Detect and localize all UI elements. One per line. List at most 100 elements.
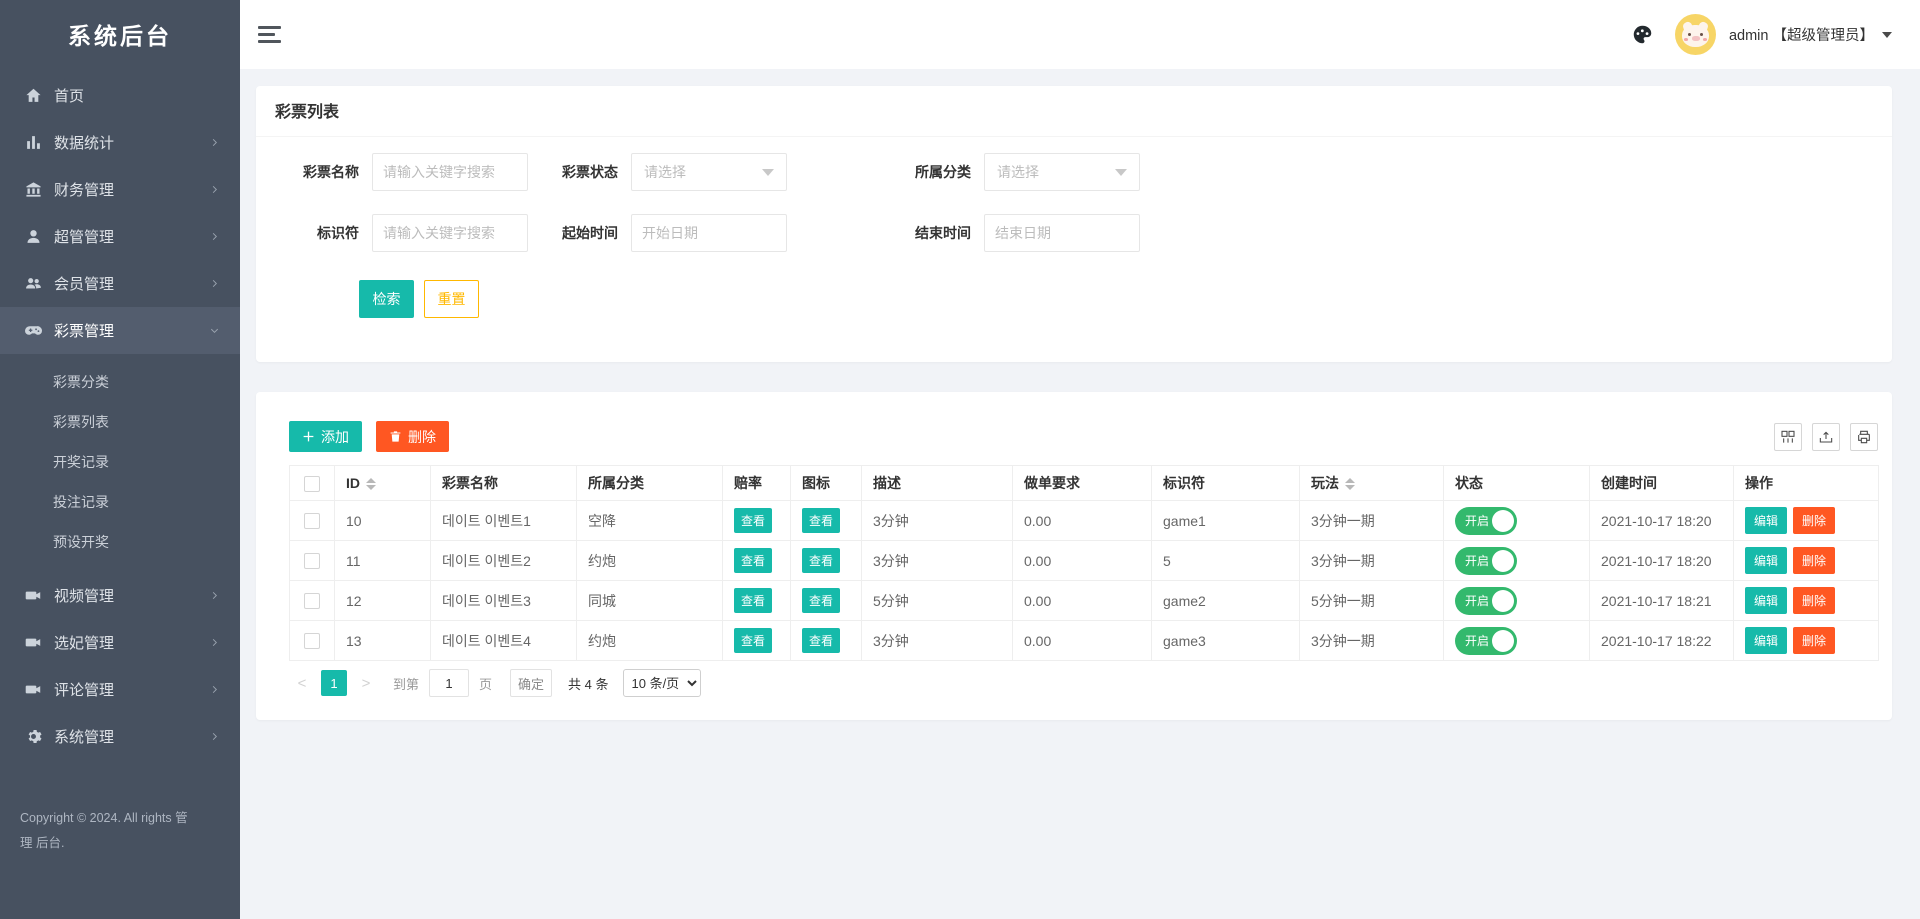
col-id[interactable]: ID bbox=[335, 466, 431, 501]
delete-button[interactable]: 删除 bbox=[1793, 547, 1835, 574]
field-label: 标识符 bbox=[284, 223, 359, 243]
current-page-button[interactable]: 1 bbox=[321, 670, 347, 696]
status-toggle[interactable]: 开启 bbox=[1455, 627, 1517, 655]
print-icon[interactable] bbox=[1850, 423, 1878, 451]
row-checkbox[interactable] bbox=[304, 633, 320, 649]
prev-page-icon[interactable]: < bbox=[295, 675, 309, 692]
trash-icon bbox=[389, 430, 402, 443]
field-label: 彩票状态 bbox=[543, 162, 618, 182]
sidebar-subitem-lottery-list[interactable]: 彩票列表 bbox=[0, 402, 240, 442]
status-toggle[interactable]: 开启 bbox=[1455, 507, 1517, 535]
sidebar-item-label: 超管管理 bbox=[54, 226, 209, 247]
add-button[interactable]: 添加 bbox=[289, 421, 362, 452]
sidebar-item-comments[interactable]: 评论管理 bbox=[0, 666, 240, 713]
cell-name: 데이트 이벤트4 bbox=[431, 621, 577, 661]
plus-icon bbox=[302, 430, 315, 443]
avatar[interactable] bbox=[1675, 14, 1716, 55]
row-checkbox[interactable] bbox=[304, 513, 320, 529]
end-date-input[interactable] bbox=[984, 214, 1140, 252]
sidebar-item-label: 系统管理 bbox=[54, 726, 209, 747]
row-checkbox[interactable] bbox=[304, 593, 320, 609]
edit-button[interactable]: 编辑 bbox=[1745, 587, 1787, 614]
sidebar-item-finance[interactable]: 财务管理 bbox=[0, 166, 240, 213]
user-dropdown-caret-icon[interactable] bbox=[1882, 32, 1892, 38]
data-table: ID 彩票名称 所属分类 赔率 图标 描述 做单要求 标识符 玩法 状态 创建时… bbox=[289, 465, 1879, 661]
cell-id: 10 bbox=[335, 501, 431, 541]
delete-button[interactable]: 删除 bbox=[1793, 587, 1835, 614]
edit-button[interactable]: 编辑 bbox=[1745, 627, 1787, 654]
columns-icon[interactable] bbox=[1774, 423, 1802, 451]
sidebar-item-video[interactable]: 视频管理 bbox=[0, 572, 240, 619]
col-play[interactable]: 玩法 bbox=[1300, 466, 1444, 501]
copyright-text: Copyright © 2024. All rights 管理 后台. bbox=[20, 806, 192, 856]
status-toggle[interactable]: 开启 bbox=[1455, 587, 1517, 615]
cell-requirement: 0.00 bbox=[1013, 541, 1152, 581]
select-all-checkbox[interactable] bbox=[304, 476, 320, 492]
field-identifier: 标识符 bbox=[284, 214, 528, 252]
view-icon-button[interactable]: 查看 bbox=[802, 588, 840, 613]
search-button[interactable]: 检索 bbox=[359, 280, 414, 318]
sort-icon[interactable] bbox=[1345, 478, 1355, 490]
lottery-status-select[interactable]: 请选择 bbox=[631, 153, 787, 191]
gear-icon bbox=[25, 728, 42, 745]
cell-play: 3分钟一期 bbox=[1300, 541, 1444, 581]
view-icon-button[interactable]: 查看 bbox=[802, 628, 840, 653]
sidebar-subitem-draw-records[interactable]: 开奖记录 bbox=[0, 442, 240, 482]
cell-created: 2021-10-17 18:20 bbox=[1590, 541, 1734, 581]
sidebar-item-members[interactable]: 会员管理 bbox=[0, 260, 240, 307]
sidebar-menu: 首页 数据统计 财务管理 超管管理 会员管理 彩票管理 bbox=[0, 72, 240, 760]
menu-toggle-icon[interactable] bbox=[258, 22, 281, 47]
row-checkbox[interactable] bbox=[304, 553, 320, 569]
view-icon-button[interactable]: 查看 bbox=[802, 508, 840, 533]
sidebar-item-girls[interactable]: 选妃管理 bbox=[0, 619, 240, 666]
sidebar-item-label: 彩票管理 bbox=[54, 320, 209, 341]
sidebar-item-home[interactable]: 首页 bbox=[0, 72, 240, 119]
col-status: 状态 bbox=[1444, 466, 1590, 501]
goto-confirm-button[interactable]: 确定 bbox=[510, 669, 552, 697]
username-text[interactable]: admin 【超级管理员】 bbox=[1729, 24, 1874, 45]
export-icon[interactable] bbox=[1812, 423, 1840, 451]
cell-name: 데이트 이벤트1 bbox=[431, 501, 577, 541]
select-caret-icon bbox=[1115, 169, 1127, 176]
view-icon-button[interactable]: 查看 bbox=[802, 548, 840, 573]
cell-id: 13 bbox=[335, 621, 431, 661]
delete-button[interactable]: 删除 bbox=[1793, 507, 1835, 534]
sidebar-item-statistics[interactable]: 数据统计 bbox=[0, 119, 240, 166]
sidebar-item-label: 会员管理 bbox=[54, 273, 209, 294]
sidebar-subitem-lottery-category[interactable]: 彩票分类 bbox=[0, 362, 240, 402]
sidebar-item-system[interactable]: 系统管理 bbox=[0, 713, 240, 760]
view-odds-button[interactable]: 查看 bbox=[734, 548, 772, 573]
goto-page-input[interactable] bbox=[429, 669, 469, 697]
field-lottery-status: 彩票状态 请选择 bbox=[543, 153, 787, 191]
pagination: < 1 > 到第 页 确定 共 4 条 10 条/页 bbox=[289, 668, 1878, 698]
col-category: 所属分类 bbox=[577, 466, 723, 501]
lottery-name-input[interactable] bbox=[372, 153, 528, 191]
palette-icon[interactable] bbox=[1632, 24, 1653, 45]
edit-button[interactable]: 编辑 bbox=[1745, 547, 1787, 574]
batch-delete-button[interactable]: 删除 bbox=[376, 421, 449, 452]
identifier-input[interactable] bbox=[372, 214, 528, 252]
cell-desc: 5分钟 bbox=[862, 581, 1013, 621]
table-tools bbox=[1764, 423, 1878, 451]
start-date-input[interactable] bbox=[631, 214, 787, 252]
view-odds-button[interactable]: 查看 bbox=[734, 628, 772, 653]
next-page-icon[interactable]: > bbox=[359, 675, 373, 692]
edit-button[interactable]: 编辑 bbox=[1745, 507, 1787, 534]
page-size-select[interactable]: 10 条/页 bbox=[623, 669, 701, 697]
col-desc: 描述 bbox=[862, 466, 1013, 501]
sort-icon[interactable] bbox=[366, 478, 376, 490]
chevron-down-icon bbox=[209, 325, 220, 336]
sidebar-subitem-preset-draw[interactable]: 预设开奖 bbox=[0, 522, 240, 562]
reset-button[interactable]: 重置 bbox=[424, 280, 479, 318]
view-odds-button[interactable]: 查看 bbox=[734, 588, 772, 613]
sidebar-item-superadmin[interactable]: 超管管理 bbox=[0, 213, 240, 260]
category-select[interactable]: 请选择 bbox=[984, 153, 1140, 191]
view-odds-button[interactable]: 查看 bbox=[734, 508, 772, 533]
delete-button[interactable]: 删除 bbox=[1793, 627, 1835, 654]
cell-name: 데이트 이벤트2 bbox=[431, 541, 577, 581]
status-toggle[interactable]: 开启 bbox=[1455, 547, 1517, 575]
sidebar-item-lottery[interactable]: 彩票管理 bbox=[0, 307, 240, 354]
sidebar-item-label: 视频管理 bbox=[54, 585, 209, 606]
field-start-time: 起始时间 bbox=[543, 214, 787, 252]
sidebar-subitem-bet-records[interactable]: 投注记录 bbox=[0, 482, 240, 522]
